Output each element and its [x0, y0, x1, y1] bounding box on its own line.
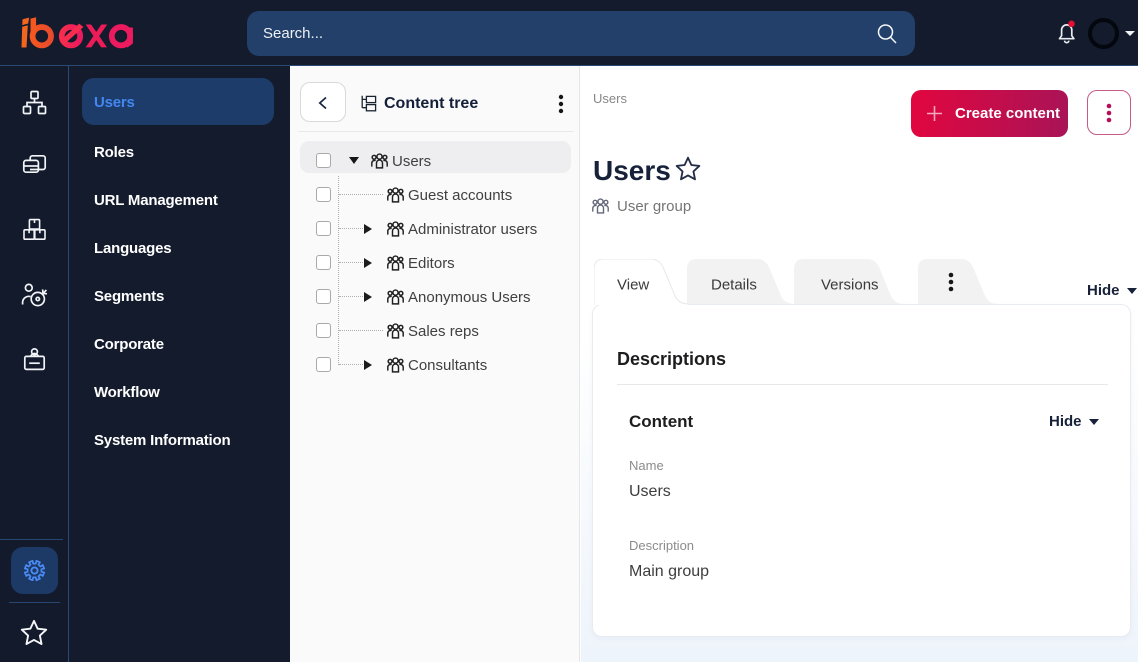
svg-text:Details: Details [711, 277, 757, 294]
svg-text:Versions: Versions [821, 277, 879, 294]
svg-text:View: View [617, 277, 649, 294]
